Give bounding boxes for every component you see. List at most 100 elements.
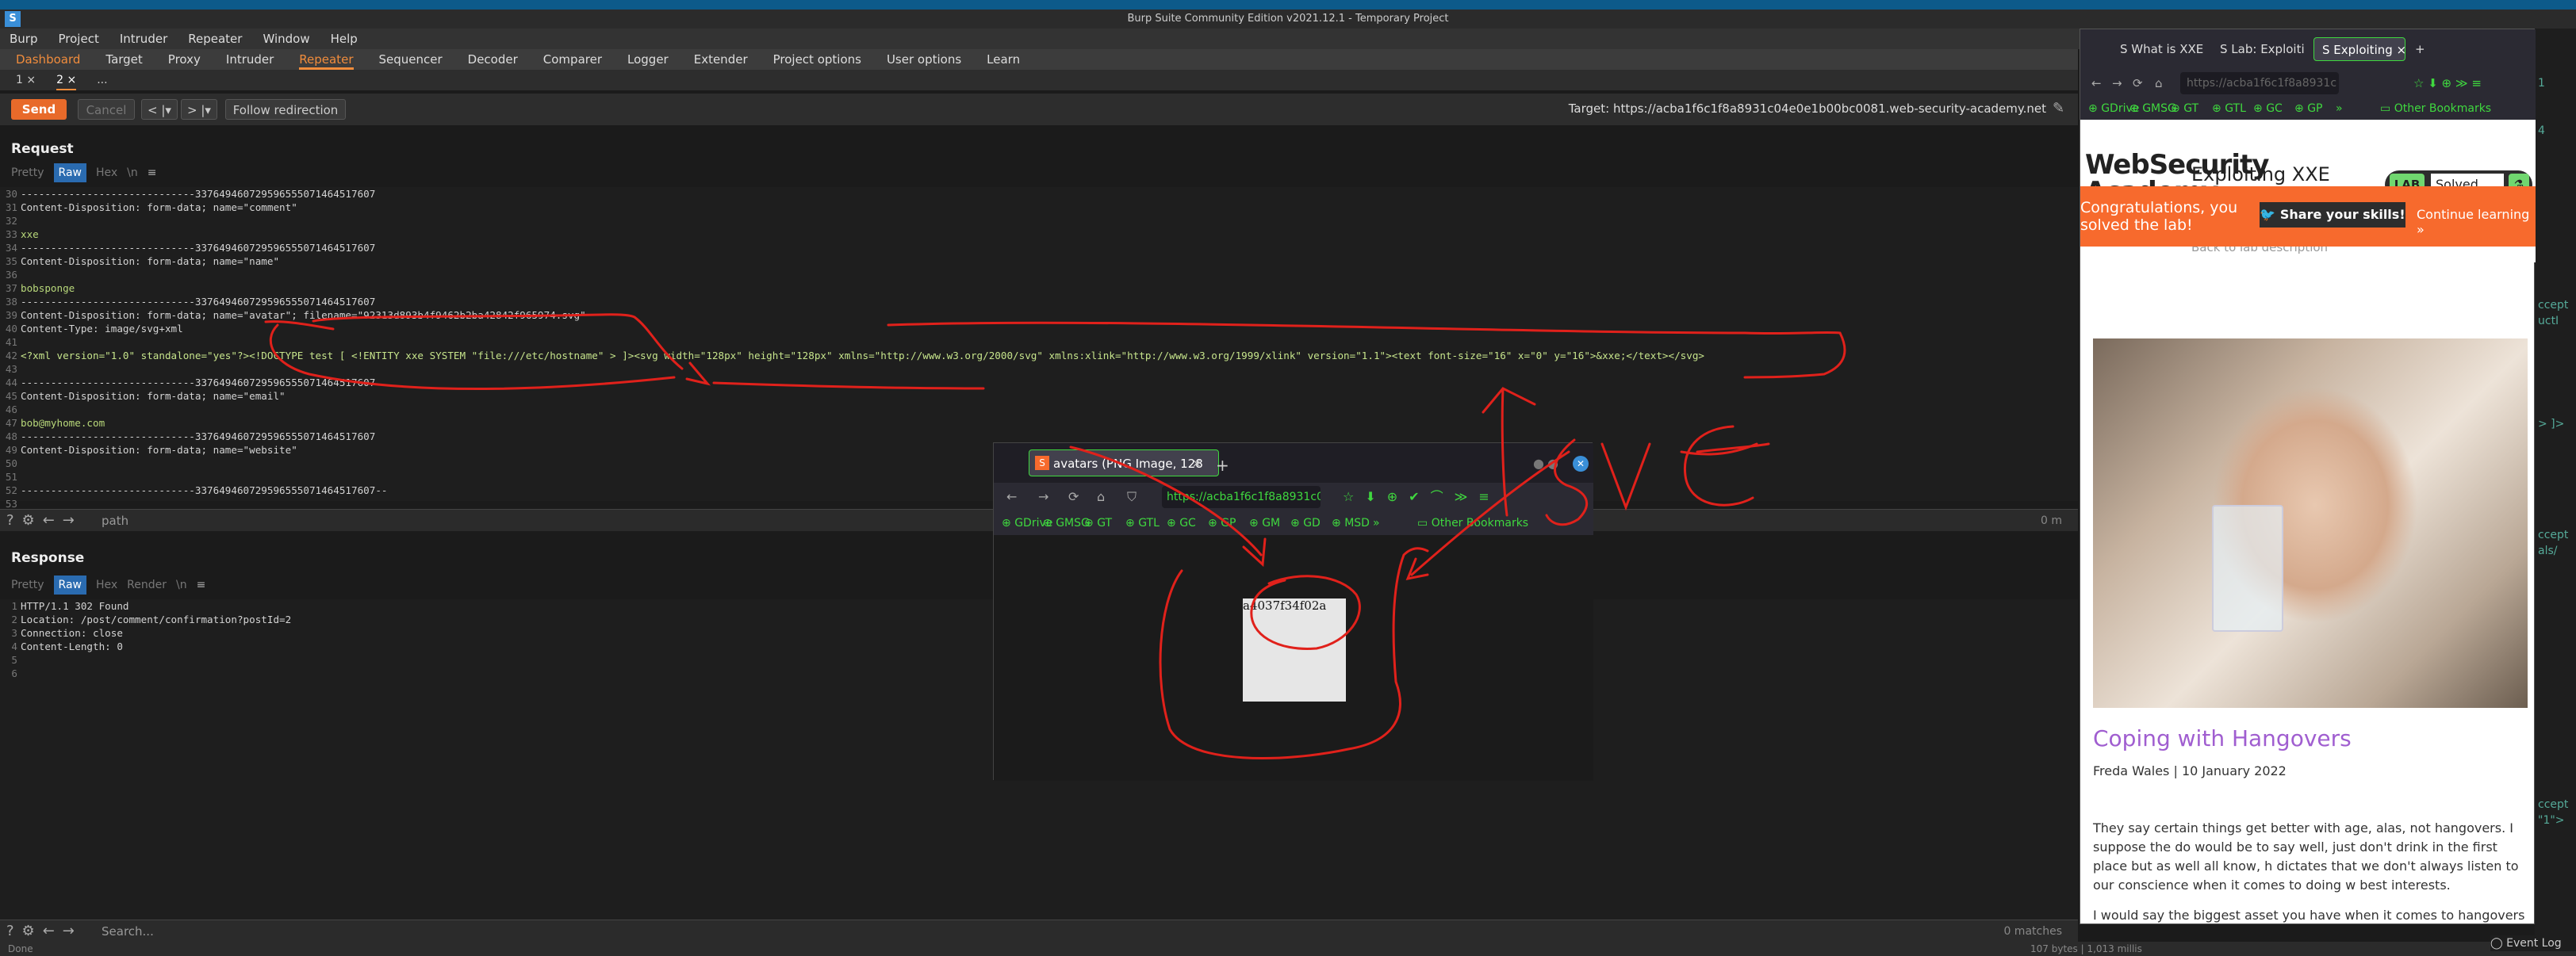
bookmark-otherbookmarks[interactable]: ▭ Other Bookmarks	[2380, 98, 2491, 120]
view-tab-n[interactable]: \n	[176, 576, 187, 595]
bookmark-gd[interactable]: ⊕ GD	[1290, 511, 1321, 535]
tab-proxy[interactable]: Proxy	[168, 49, 201, 70]
tab-target[interactable]: Target	[105, 49, 142, 70]
background-code-fragment: uctI	[2538, 315, 2559, 327]
tab-repeater[interactable]: Repeater	[299, 49, 354, 70]
window-control-icons[interactable]: ●●	[1533, 456, 1562, 471]
toolbar-icons[interactable]: ☆⬇⊕✔⌒≫≡	[1343, 483, 1501, 511]
repeater-tab[interactable]: 1 ×	[16, 70, 36, 90]
tab-decoder[interactable]: Decoder	[468, 49, 518, 70]
bookmark-[interactable]: »	[1373, 511, 1380, 535]
browser-tab[interactable]: S What is XXE	[2112, 37, 2207, 61]
history-back-button[interactable]: < |▾	[141, 99, 178, 120]
bookmark-otherbookmarks[interactable]: ▭ Other Bookmarks	[1417, 511, 1528, 535]
tab-extender[interactable]: Extender	[694, 49, 748, 70]
line-number: 47	[5, 417, 17, 429]
tab-logger[interactable]: Logger	[627, 49, 669, 70]
line-text: Content-Type: image/svg+xml	[21, 323, 183, 335]
repeater-tab[interactable]: 2 ×	[56, 70, 77, 90]
edit-target-icon[interactable]: ✎	[2053, 100, 2068, 117]
forward-icon[interactable]: →	[1038, 483, 1048, 511]
tab-dashboard[interactable]: Dashboard	[16, 49, 80, 70]
code-line: 39 Content-Disposition: form-data; name="…	[0, 308, 2078, 322]
help-settings-nav-icons[interactable]: ?⚙←→	[6, 510, 82, 532]
menu-item-repeater[interactable]: Repeater	[188, 29, 242, 49]
back-icon[interactable]: ←	[2091, 69, 2102, 98]
bookmark-gt[interactable]: ⊕ GT	[2171, 98, 2198, 120]
close-tab-icon[interactable]: ×	[1192, 457, 1202, 470]
tab-sequencer[interactable]: Sequencer	[379, 49, 443, 70]
bookmark-gmsg[interactable]: ⊕ GMSG	[1043, 511, 1090, 535]
popup-tab-active[interactable]: avatars (PNG Image, 128	[1029, 449, 1219, 476]
event-log-button[interactable]: ◯ Event Log	[2490, 935, 2576, 951]
close-window-icon[interactable]: ✕	[1573, 456, 1589, 472]
bookmark-gc[interactable]: ⊕ GC	[2253, 98, 2283, 120]
popup-address-bar[interactable]: https://acba1f6c1f8a8931c0	[1162, 486, 1321, 508]
continue-learning-link[interactable]: Continue learning »	[2417, 207, 2536, 237]
follow-redirection-button[interactable]: Follow redirection	[225, 99, 346, 120]
shield-icon[interactable]: ⛉	[1127, 483, 1137, 511]
tab-user-options[interactable]: User options	[887, 49, 961, 70]
view-tab-raw[interactable]: Raw	[53, 163, 86, 182]
post-body-more: I would say the biggest asset you have w…	[2093, 908, 2528, 923]
view-tab-pretty[interactable]: Pretty	[11, 576, 44, 595]
code-line: 40 Content-Type: image/svg+xml	[0, 322, 2078, 335]
cancel-button[interactable]: Cancel	[78, 99, 135, 120]
bookmark-gtl[interactable]: ⊕ GTL	[2212, 98, 2246, 120]
view-tab-hex[interactable]: Hex	[96, 576, 117, 595]
avatar-svg-image: a4037f34f02a	[1243, 598, 1346, 702]
browser-tab-active[interactable]: S Exploiting ×	[2313, 37, 2405, 61]
browser-tab-strip: S What is XXE S Lab: Exploiti S Exploiti…	[2080, 29, 2536, 69]
home-icon[interactable]: ⌂	[2155, 69, 2163, 98]
forward-icon[interactable]: →	[2112, 69, 2122, 98]
code-line: 32	[0, 214, 2078, 228]
bookmark-gtl[interactable]: ⊕ GTL	[1125, 511, 1160, 535]
menu-item-project[interactable]: Project	[59, 29, 99, 49]
history-forward-button[interactable]: > |▾	[181, 99, 217, 120]
line-text: -----------------------------33764946072…	[21, 484, 388, 496]
response-search-input[interactable]: Search...	[102, 920, 154, 943]
bookmark-[interactable]: »	[2336, 98, 2343, 120]
request-search-input[interactable]: path	[102, 510, 128, 532]
help-settings-nav-icons[interactable]: ?⚙←→	[6, 920, 82, 943]
home-icon[interactable]: ⌂	[1097, 483, 1105, 511]
line-number: 32	[5, 215, 17, 227]
view-tab-n[interactable]: \n	[127, 163, 138, 182]
portswigger-favicon-icon: S	[1035, 456, 1049, 470]
back-icon[interactable]: ←	[1006, 483, 1017, 511]
post-image-glass	[2212, 505, 2283, 632]
menu-item-intruder[interactable]: Intruder	[120, 29, 167, 49]
menu-item-help[interactable]: Help	[331, 29, 358, 49]
repeater-tab[interactable]: ...	[97, 70, 107, 90]
reload-icon[interactable]: ⟳	[1068, 483, 1079, 511]
new-tab-icon[interactable]: +	[1216, 456, 1229, 475]
bookmark-gmsg[interactable]: ⊕ GMSG	[2129, 98, 2176, 120]
reload-icon[interactable]: ⟳	[2133, 69, 2143, 98]
view-tab-render[interactable]: Render	[127, 576, 167, 595]
browser-tab[interactable]: S Lab: Exploiti	[2212, 37, 2307, 61]
bookmark-msd[interactable]: ⊕ MSD	[1332, 511, 1370, 535]
tab-comparer[interactable]: Comparer	[543, 49, 602, 70]
bookmark-gc[interactable]: ⊕ GC	[1167, 511, 1196, 535]
menu-icon[interactable]: ≡	[197, 576, 206, 595]
bookmark-gp[interactable]: ⊕ GP	[1208, 511, 1236, 535]
menu-icon[interactable]: ≡	[148, 163, 157, 182]
view-tab-raw[interactable]: Raw	[53, 576, 86, 595]
menu-item-burp[interactable]: Burp	[10, 29, 38, 49]
bookmark-gt[interactable]: ⊕ GT	[1084, 511, 1112, 535]
bookmark-gm[interactable]: ⊕ GM	[1249, 511, 1280, 535]
tab-intruder[interactable]: Intruder	[226, 49, 274, 70]
send-button[interactable]: Send	[11, 99, 67, 120]
address-bar[interactable]: https://acba1f6c1f8a8931c	[2180, 72, 2339, 94]
share-skills-button[interactable]: 🐦 Share your skills!	[2260, 202, 2405, 228]
new-tab-icon[interactable]: +	[2407, 37, 2431, 61]
view-tab-pretty[interactable]: Pretty	[11, 163, 44, 182]
toolbar-icons[interactable]: ☆ ⬇ ⊕ ≫ ≡	[2413, 69, 2482, 98]
tab-learn[interactable]: Learn	[987, 49, 1020, 70]
background-code-fragment: > ]>	[2538, 418, 2565, 430]
tab-project-options[interactable]: Project options	[773, 49, 861, 70]
menu-item-window[interactable]: Window	[263, 29, 309, 49]
bookmark-gp[interactable]: ⊕ GP	[2294, 98, 2322, 120]
view-tab-hex[interactable]: Hex	[96, 163, 117, 182]
browser-tab-label: Exploiting	[2333, 43, 2393, 57]
